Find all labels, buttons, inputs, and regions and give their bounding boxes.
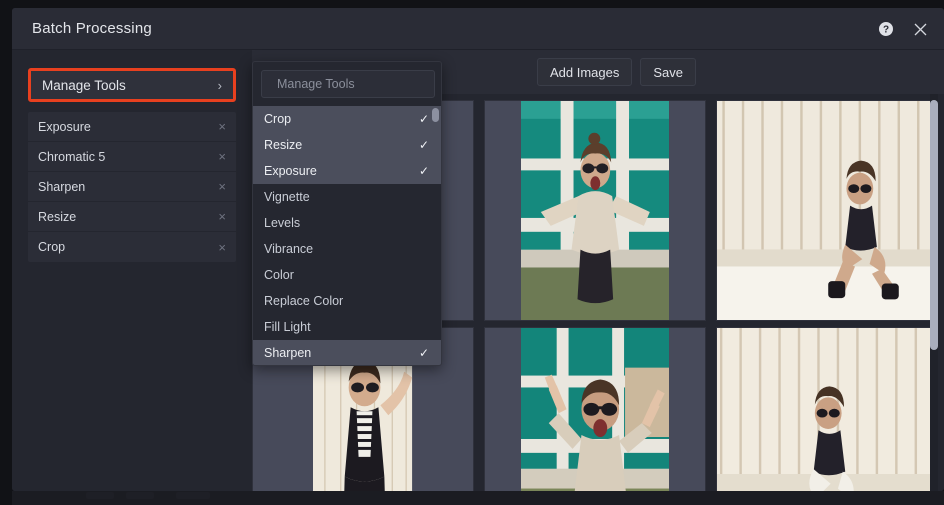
dropdown-item-resize[interactable]: Resize ✓ — [253, 132, 441, 158]
close-icon[interactable] — [910, 19, 930, 39]
list-item[interactable]: Chromatic 5 × — [28, 142, 236, 172]
dropdown-item-levels[interactable]: Levels — [253, 210, 441, 236]
option-label: Crop — [264, 112, 291, 126]
batch-processing-dialog: Batch Processing ? Add Images — [12, 8, 944, 491]
screen: Batch Processing ? Add Images — [0, 0, 944, 505]
option-label: Replace Color — [264, 294, 343, 308]
grid-cell[interactable] — [484, 100, 706, 321]
option-label: Levels — [264, 216, 300, 230]
dropdown-item-crop[interactable]: Crop ✓ — [253, 106, 441, 132]
tool-name: Crop — [38, 240, 65, 254]
thumbnail-image — [521, 328, 670, 491]
dropdown-item-fill-light[interactable]: Fill Light — [253, 314, 441, 340]
remove-tool-icon[interactable]: × — [218, 210, 226, 223]
option-label: Vibrance — [264, 242, 313, 256]
grid-cell[interactable] — [716, 100, 938, 321]
manage-tools-label: Manage Tools — [42, 78, 126, 93]
dropdown-item-vibrance[interactable]: Vibrance — [253, 236, 441, 262]
background-chip — [86, 492, 114, 499]
option-label: Resize — [264, 138, 302, 152]
background-chip — [176, 492, 210, 499]
manage-tools-button[interactable]: Manage Tools › — [31, 71, 233, 99]
list-item[interactable]: Sharpen × — [28, 172, 236, 202]
remove-tool-icon[interactable]: × — [218, 120, 226, 133]
dialog-title: Batch Processing — [32, 20, 152, 37]
left-panel: Manage Tools › Exposure × Chromatic 5 × … — [12, 50, 252, 491]
svg-text:?: ? — [883, 25, 889, 36]
tools-option-list: Crop ✓ Resize ✓ Exposure ✓ Vignette Leve… — [253, 106, 441, 365]
add-images-button[interactable]: Add Images — [537, 58, 632, 86]
check-icon: ✓ — [419, 164, 429, 178]
grid-cell[interactable] — [716, 327, 938, 491]
background-chip — [126, 492, 154, 499]
check-icon: ✓ — [419, 346, 429, 360]
option-label: Fill Light — [264, 320, 311, 334]
chevron-right-icon: › — [218, 78, 222, 93]
remove-tool-icon[interactable]: × — [218, 241, 226, 254]
save-button[interactable]: Save — [640, 58, 696, 86]
dialog-titlebar: Batch Processing ? — [12, 8, 944, 50]
list-item[interactable]: Crop × — [28, 232, 236, 262]
dropdown-item-exposure[interactable]: Exposure ✓ — [253, 158, 441, 184]
titlebar-actions: ? — [876, 19, 930, 39]
dropdown-item-color[interactable]: Color — [253, 262, 441, 288]
search-input[interactable] — [277, 77, 438, 91]
check-icon: ✓ — [419, 138, 429, 152]
option-label: Sharpen — [264, 346, 311, 360]
dropdown-item-vignette[interactable]: Vignette — [253, 184, 441, 210]
dropdown-scrollbar-thumb[interactable] — [432, 108, 439, 122]
thumbnail-image — [717, 328, 937, 491]
manage-tools-highlight: Manage Tools › — [28, 68, 236, 102]
grid-scrollbar-thumb[interactable] — [930, 100, 938, 350]
tool-name: Chromatic 5 — [38, 150, 105, 164]
check-icon: ✓ — [419, 112, 429, 126]
search-field[interactable]: ✕ — [261, 70, 435, 98]
list-item[interactable]: Exposure × — [28, 112, 236, 142]
option-label: Exposure — [264, 164, 317, 178]
dropdown-item-replace-color[interactable]: Replace Color — [253, 288, 441, 314]
remove-tool-icon[interactable]: × — [218, 180, 226, 193]
tool-name: Exposure — [38, 120, 91, 134]
manage-tools-dropdown: ✕ Crop ✓ Resize ✓ Exposure ✓ Vignette — [252, 61, 442, 366]
tool-name: Resize — [38, 210, 76, 224]
option-label: Vignette — [264, 190, 310, 204]
grid-cell[interactable] — [484, 327, 706, 491]
thumbnail-image — [521, 101, 670, 320]
toolbar-buttons: Add Images Save — [537, 58, 696, 86]
dropdown-item-sharpen[interactable]: Sharpen ✓ — [253, 340, 441, 365]
list-item[interactable]: Resize × — [28, 202, 236, 232]
remove-tool-icon[interactable]: × — [218, 150, 226, 163]
tool-name: Sharpen — [38, 180, 85, 194]
thumbnail-image — [717, 101, 937, 320]
help-icon[interactable]: ? — [876, 19, 896, 39]
option-label: Color — [264, 268, 294, 282]
applied-tools-list: Exposure × Chromatic 5 × Sharpen × Resiz… — [28, 112, 236, 262]
